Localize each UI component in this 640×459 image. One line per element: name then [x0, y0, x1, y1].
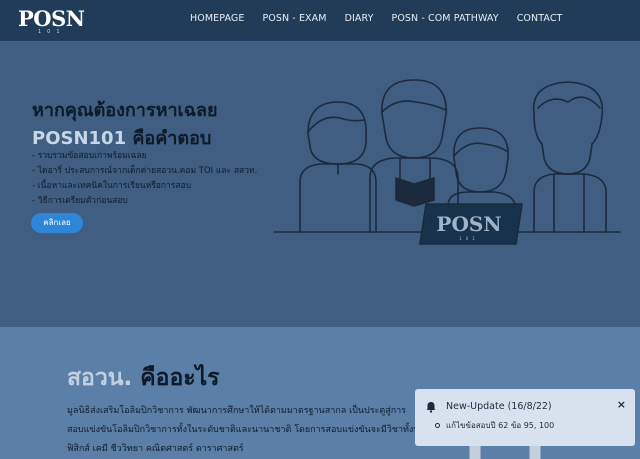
hero-answer-text: คือคำตอบ — [126, 128, 212, 149]
bullet-icon — [435, 423, 440, 428]
hero-brand: POSN101 — [32, 128, 127, 149]
hero-feature-item: - รวบรวมข้อสอบเก่าพร้อมเฉลย — [32, 151, 147, 161]
students-illustration: POSN 101 — [273, 79, 621, 245]
nav-diary[interactable]: DIARY — [345, 13, 374, 24]
site-logo[interactable]: POSN 101 — [18, 8, 92, 36]
main-nav: HOMEPAGE POSN - EXAM DIARY POSN - COM PA… — [190, 13, 580, 24]
notification-item: แก้ไขข้อสอบปี 62 ข้อ 95, 100 — [435, 419, 554, 432]
about-line: สอบแข่งขันโอลิมปิกวิชาการทั้งในระดับชาติ… — [67, 425, 427, 435]
bell-icon — [426, 402, 436, 413]
navbar: POSN 101 HOMEPAGE POSN - EXAM DIARY POSN… — [0, 0, 640, 41]
hero-subtitle: POSN101 คือคำตอบ — [32, 123, 211, 152]
notification-item-text: แก้ไขข้อสอบปี 62 ข้อ 95, 100 — [446, 421, 555, 430]
about-title-question: คืออะไร — [132, 365, 220, 391]
laptop-logo-text: POSN — [436, 212, 501, 236]
about-title-brand: สอวน. — [67, 365, 133, 391]
hero-feature-item: - วิธีการเตรียมตัวก่อนสอบ — [32, 196, 128, 206]
close-icon[interactable]: × — [617, 398, 626, 411]
nav-contact[interactable]: CONTACT — [517, 13, 563, 24]
nav-homepage[interactable]: HOMEPAGE — [190, 13, 244, 24]
hero-feature-item: - เนื้อหาและเทคนิคในการเรียนหรือการสอบ — [32, 181, 192, 191]
notification-title: New-Update (16/8/22) — [446, 401, 552, 412]
hero-section: หากคุณต้องการหาเฉลย POSN101 คือคำตอบ - ร… — [0, 41, 640, 327]
about-title: สอวน. คืออะไร — [67, 360, 220, 396]
nav-posn-exam[interactable]: POSN - EXAM — [262, 13, 326, 24]
logo-text: POSN — [18, 6, 85, 31]
about-line: ฟิสิกส์ เคมี ชีววิทยา คณิตศาสตร์ ดาราศาส… — [67, 444, 244, 454]
click-now-button[interactable]: คลิกเลย — [31, 213, 83, 233]
laptop-illustration: POSN 101 — [419, 203, 523, 245]
about-paragraph: มูลนิธิส่งเสริมโอลิมปิกวิชาการ พัฒนาการศ… — [67, 402, 427, 459]
update-notification: New-Update (16/8/22) × แก้ไขข้อสอบปี 62 … — [415, 389, 635, 446]
logo-subtext: 101 — [38, 29, 66, 35]
hero-feature-list: - รวบรวมข้อสอบเก่าพร้อมเฉลย - ไดอารี่ ปร… — [32, 149, 257, 209]
about-line: มูลนิธิส่งเสริมโอลิมปิกวิชาการ พัฒนาการศ… — [67, 406, 407, 416]
hero-title: หากคุณต้องการหาเฉลย — [32, 100, 218, 121]
nav-com-pathway[interactable]: POSN - COM PATHWAY — [391, 13, 498, 24]
laptop-logo-subtext: 101 — [459, 236, 479, 241]
hero-feature-item: - ไดอารี่ ประสบการณ์จากเด็กค่ายสอวน.คอม … — [32, 166, 258, 176]
